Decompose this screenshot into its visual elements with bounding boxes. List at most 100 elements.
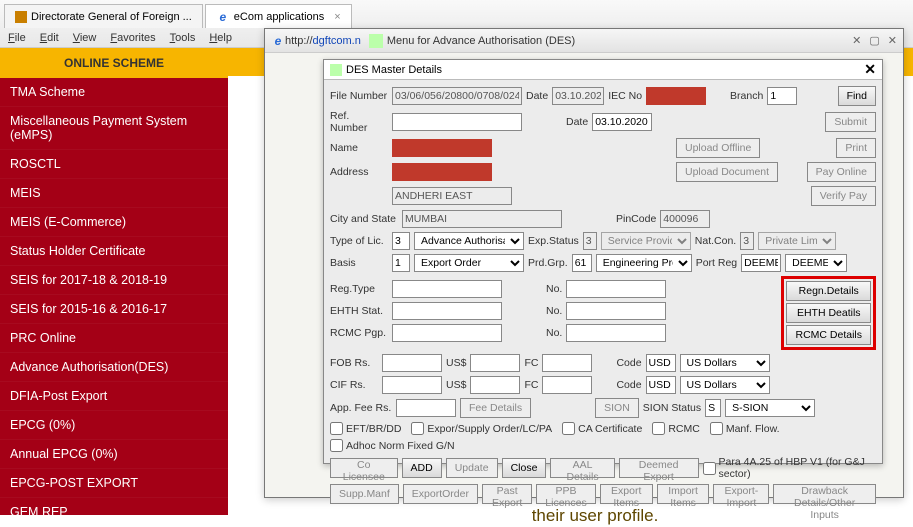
- outer-close2-icon[interactable]: ✕: [888, 34, 897, 47]
- fob-uss-input[interactable]: [470, 354, 520, 372]
- ehth-no-input[interactable]: [566, 302, 666, 320]
- typelic-label: Type of Lic.: [330, 235, 388, 247]
- sidebar-item-annualepcg[interactable]: Annual EPCG (0%): [0, 440, 228, 469]
- menu-help[interactable]: Help: [209, 32, 232, 44]
- browser-tab-1[interactable]: eeCom applications×: [205, 4, 352, 28]
- ehth-input[interactable]: [392, 302, 502, 320]
- sidebar-item-gemrep[interactable]: GEM REP: [0, 498, 228, 527]
- sidebar-item-epcg[interactable]: EPCG (0%): [0, 411, 228, 440]
- code-input2[interactable]: [646, 376, 676, 394]
- sidebar-item-rosctl[interactable]: ROSCTL: [0, 150, 228, 179]
- submit-button: Submit: [825, 112, 876, 132]
- aal-details-button: AAL Details: [550, 458, 614, 478]
- cif-input[interactable]: [382, 376, 442, 394]
- file-number-input: [392, 87, 522, 105]
- date-label: Date: [526, 90, 548, 102]
- sidebar-item-des[interactable]: Advance Authorisation(DES): [0, 353, 228, 382]
- close-tab-icon[interactable]: ×: [334, 11, 340, 23]
- prdgrp-input[interactable]: [572, 254, 592, 272]
- past-export-button: Past Export: [482, 484, 532, 504]
- sidebar: ONLINE SCHEME TMA Scheme Miscellaneous P…: [0, 48, 228, 515]
- chk-ca-cert[interactable]: CA Certificate: [562, 422, 642, 435]
- rcmc-details-button-inner[interactable]: RCMC Details: [786, 325, 871, 345]
- chk-adhoc[interactable]: Adhoc Norm Fixed G/N: [330, 439, 455, 452]
- city-input: [402, 210, 562, 228]
- no-label1: No.: [546, 283, 562, 295]
- pay-online-button: Pay Online: [807, 162, 876, 182]
- des-master-title-bar: DES Master Details ✕: [324, 60, 882, 80]
- code-label2: Code: [616, 379, 641, 391]
- portreg-select[interactable]: DEEMED: [785, 254, 847, 272]
- chk-rcmc[interactable]: RCMC: [652, 422, 700, 435]
- cif-uss-input[interactable]: [470, 376, 520, 394]
- regtype-no-input[interactable]: [566, 280, 666, 298]
- menu-view[interactable]: View: [73, 32, 97, 44]
- branch-input[interactable]: [767, 87, 797, 105]
- sidebar-item-meis-e[interactable]: MEIS (E-Commerce): [0, 208, 228, 237]
- url-prefix: http://: [285, 35, 313, 47]
- ref-date-input[interactable]: [592, 113, 652, 131]
- code-select2[interactable]: US Dollars: [680, 376, 770, 394]
- supp-manf-button: Supp.Manf: [330, 484, 399, 504]
- ref-input[interactable]: [392, 113, 522, 131]
- sidebar-item-epcgpost[interactable]: EPCG-POST EXPORT: [0, 469, 228, 498]
- fob-input[interactable]: [382, 354, 442, 372]
- deemed-export-button: Deemed Export: [619, 458, 699, 478]
- chk-export-order[interactable]: Expor/Supply Order/LC/PA: [411, 422, 552, 435]
- outer-maximize-icon[interactable]: ▢: [869, 34, 879, 47]
- code-input1[interactable]: [646, 354, 676, 372]
- regn-details-button[interactable]: Regn.Details: [786, 281, 871, 301]
- sidebar-item-seis1718[interactable]: SEIS for 2017-18 & 2018-19: [0, 266, 228, 295]
- chk-eft[interactable]: EFT/BR/DD: [330, 422, 401, 435]
- red-highlight-frame: Regn.Details EHTH Deatils RCMC Details: [781, 276, 876, 350]
- code-select1[interactable]: US Dollars: [680, 354, 770, 372]
- chk-para4a25[interactable]: Para 4A.25 of HBP V1 (for G&J sector): [703, 456, 870, 480]
- rcmcpgp-input[interactable]: [392, 324, 502, 342]
- sidebar-item-shc[interactable]: Status Holder Certificate: [0, 237, 228, 266]
- chk-manf-flow[interactable]: Manf. Flow.: [710, 422, 780, 435]
- url-host: dgftcom.n: [313, 35, 361, 47]
- add-button[interactable]: ADD: [402, 458, 442, 478]
- menu-file[interactable]: File: [8, 32, 26, 44]
- fob-fc-input[interactable]: [542, 354, 592, 372]
- sion-status-label: SION Status: [643, 402, 701, 414]
- browser-tab-0[interactable]: Directorate General of Foreign ...: [4, 4, 203, 28]
- menu-tools[interactable]: Tools: [170, 32, 196, 44]
- basis-input[interactable]: [392, 254, 410, 272]
- ehth-details-button[interactable]: EHTH Deatils: [786, 303, 871, 323]
- rcmcpgp-no-input[interactable]: [566, 324, 666, 342]
- prdgrp-select[interactable]: Engineering Produ: [596, 254, 692, 272]
- typelic-input[interactable]: [392, 232, 410, 250]
- typelic-select[interactable]: Advance Authorisation: [414, 232, 524, 250]
- basis-select[interactable]: Export Order: [414, 254, 524, 272]
- natcon-label: Nat.Con.: [695, 235, 736, 247]
- regtype-input[interactable]: [392, 280, 502, 298]
- portreg-input[interactable]: [741, 254, 781, 272]
- uss-label2: US$: [446, 379, 466, 391]
- close-button[interactable]: Close: [502, 458, 547, 478]
- sion-status-input[interactable]: [705, 399, 721, 417]
- sidebar-item-prc[interactable]: PRC Online: [0, 324, 228, 353]
- sidebar-item-emps[interactable]: Miscellaneous Payment System (eMPS): [0, 107, 228, 150]
- sidebar-item-dfia[interactable]: DFIA-Post Export: [0, 382, 228, 411]
- sidebar-item-meis[interactable]: MEIS: [0, 179, 228, 208]
- outer-close-icon[interactable]: ✕: [852, 34, 861, 47]
- appfee-label: App. Fee Rs.: [330, 402, 392, 414]
- sidebar-item-seis1516[interactable]: SEIS for 2015-16 & 2016-17: [0, 295, 228, 324]
- date-input: [552, 87, 604, 105]
- menu-favorites[interactable]: Favorites: [110, 32, 155, 44]
- inner-title: DES Master Details: [346, 64, 442, 76]
- inner-close-icon[interactable]: ✕: [864, 61, 876, 78]
- menu-edit[interactable]: Edit: [40, 32, 59, 44]
- sion-status-select[interactable]: S-SION: [725, 399, 815, 417]
- popup-outer-window: e http://dgftcom.n Menu for Advance Auth…: [264, 28, 904, 498]
- upload-offline-button: Upload Offline: [676, 138, 760, 158]
- sidebar-item-tma[interactable]: TMA Scheme: [0, 78, 228, 107]
- app-icon: [369, 34, 383, 48]
- appfee-input[interactable]: [396, 399, 456, 417]
- des-master-window: DES Master Details ✕ File Number Date IE…: [323, 59, 883, 464]
- cif-fc-input[interactable]: [542, 376, 592, 394]
- find-button[interactable]: Find: [838, 86, 876, 106]
- verify-pay-button: Verify Pay: [811, 186, 876, 206]
- fob-label: FOB Rs.: [330, 357, 378, 369]
